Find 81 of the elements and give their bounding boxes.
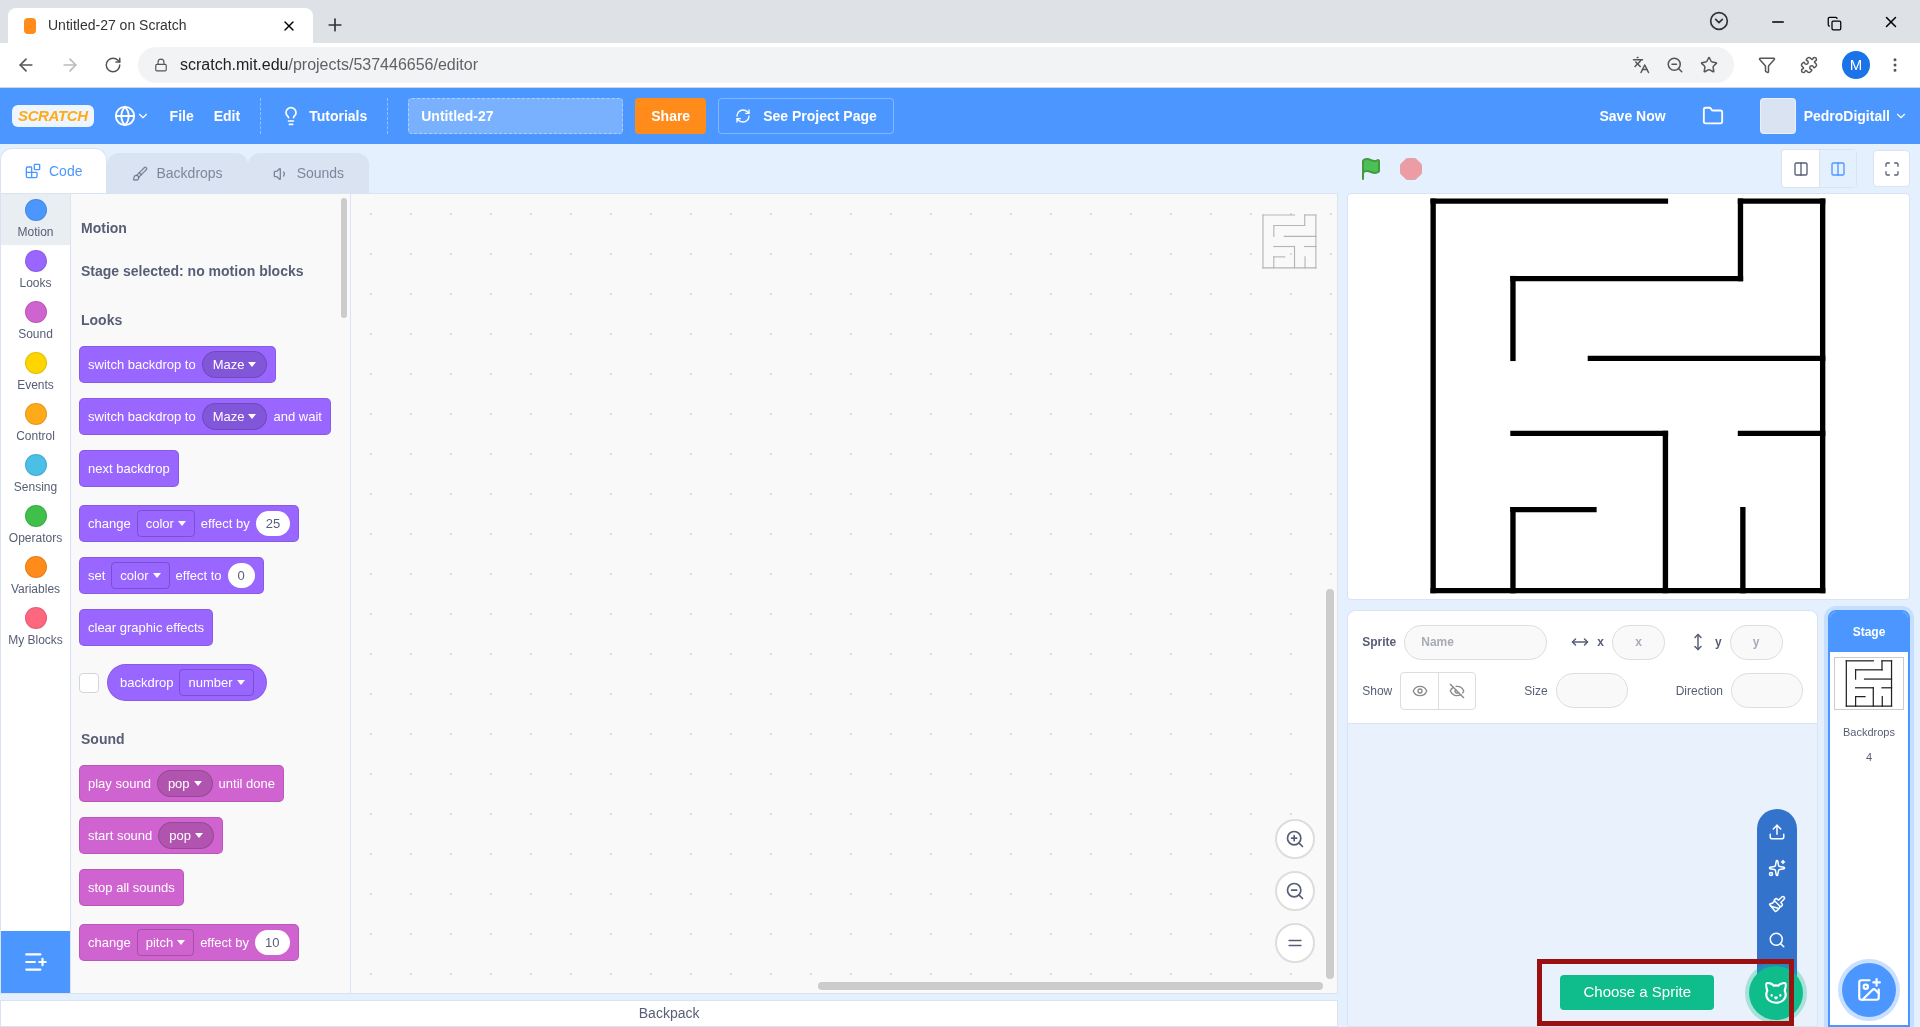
block-text: change	[88, 514, 131, 533]
x-field[interactable]: x	[1611, 624, 1665, 660]
save-now-link[interactable]: Save Now	[1599, 105, 1666, 127]
block-text: effect by	[200, 514, 250, 533]
url-host: scratch.mit.edu	[180, 56, 289, 73]
stack-block[interactable]: set color effect to 0	[79, 557, 264, 594]
field-label: Direction	[1675, 682, 1723, 700]
stack-block[interactable]: start sound pop	[79, 817, 224, 854]
field-label: Show	[1362, 682, 1393, 700]
category-item[interactable]: Variables	[1, 551, 70, 602]
category-item[interactable]: Motion	[1, 194, 70, 245]
editor-tab[interactable]: Code	[0, 148, 108, 193]
url-path: /projects/537446656/editor	[288, 56, 478, 73]
profile-avatar[interactable]: M	[1842, 51, 1870, 79]
block-text: backdrop	[120, 673, 174, 692]
block-dropdown[interactable]: Maze	[201, 403, 268, 430]
block-text: change	[88, 933, 131, 952]
sprite-name-field[interactable]: Name	[1404, 624, 1548, 660]
field-label: x	[1597, 634, 1604, 651]
stack-block[interactable]: play sound pop until done	[79, 765, 284, 802]
number-input[interactable]: 25	[255, 511, 291, 536]
block-dropdown[interactable]: pitch	[136, 929, 195, 956]
choose-sprite-tooltip: Choose a Sprite	[1560, 975, 1715, 1010]
stack-block[interactable]: switch backdrop to Maze	[79, 346, 277, 383]
y-field[interactable]: y	[1729, 624, 1783, 660]
backpack-header[interactable]: Backpack	[0, 1000, 1339, 1027]
section-heading: Looks	[80, 311, 124, 330]
tutorials-button[interactable]: Tutorials	[281, 105, 368, 127]
number-input[interactable]: 0	[227, 563, 255, 588]
category-item[interactable]: Control	[1, 398, 70, 449]
block-dropdown[interactable]: color	[111, 562, 170, 589]
menu-item[interactable]: Edit	[213, 105, 241, 127]
share-button[interactable]: Share	[635, 98, 707, 134]
editor-tab[interactable]: Backdrops	[107, 153, 248, 193]
block-dropdown[interactable]: pop	[156, 770, 213, 797]
block-text: set	[88, 566, 106, 585]
stack-block[interactable]: change pitch effect by 10	[79, 924, 299, 961]
block-dropdown[interactable]: Maze	[201, 351, 268, 378]
field-label: y	[1714, 634, 1722, 651]
stage-header: Stage	[1830, 612, 1908, 652]
category-item[interactable]: Operators	[1, 500, 70, 551]
stack-block[interactable]: stop all sounds	[79, 869, 184, 906]
block-text: switch backdrop to	[88, 355, 196, 374]
stack-block[interactable]: clear graphic effects	[79, 609, 214, 646]
block-text: switch backdrop to	[88, 407, 196, 426]
category-item[interactable]: My Blocks	[1, 602, 70, 653]
block-text: stop all sounds	[88, 878, 175, 897]
block-dropdown[interactable]: color	[136, 510, 195, 537]
block-text: effect by	[200, 933, 250, 952]
block-text: effect to	[175, 566, 222, 585]
category-item[interactable]: Looks	[1, 245, 70, 296]
backdrops-label: Backdrops	[1843, 725, 1895, 740]
stack-block[interactable]: next backdrop	[79, 450, 179, 487]
section-heading: Sound	[80, 730, 126, 749]
block-text: play sound	[88, 774, 151, 793]
stack-block[interactable]: change color effect by 25	[79, 505, 300, 542]
category-item[interactable]: Sound	[1, 296, 70, 347]
block-dropdown[interactable]: pop	[158, 822, 215, 849]
block-text: and wait	[273, 407, 322, 426]
field-label: Size	[1524, 682, 1548, 700]
block-text: clear graphic effects	[88, 618, 205, 637]
stack-block[interactable]: switch backdrop to Maze and wait	[79, 398, 331, 435]
browser-tab[interactable]: Untitled-27 on Scratch	[8, 8, 313, 43]
field-label: Sprite	[1362, 634, 1397, 651]
block-text: start sound	[88, 826, 153, 845]
section-note: Stage selected: no motion blocks	[80, 262, 305, 281]
backdrops-count: 4	[1865, 749, 1873, 765]
block-dropdown[interactable]: number	[179, 669, 254, 696]
see-project-page-button[interactable]: See Project Page	[718, 98, 894, 134]
section-heading: Motion	[80, 219, 128, 238]
menu-item[interactable]: File	[169, 105, 194, 127]
account-menu[interactable]: PedroDigitall	[1803, 105, 1908, 127]
category-item[interactable]: Sensing	[1, 449, 70, 500]
category-item[interactable]: Events	[1, 347, 70, 398]
block-text: until done	[218, 774, 275, 793]
reporter-block[interactable]: backdrop number	[107, 664, 267, 701]
stage-selector-panel[interactable]: Stage Backdrops 4	[1828, 610, 1910, 1027]
block-text: next backdrop	[88, 459, 170, 478]
number-input[interactable]: 10	[255, 930, 290, 955]
address-bar[interactable]: scratch.mit.edu/projects/537446656/editor	[138, 47, 1734, 83]
editor-tab[interactable]: Sounds	[247, 153, 370, 193]
